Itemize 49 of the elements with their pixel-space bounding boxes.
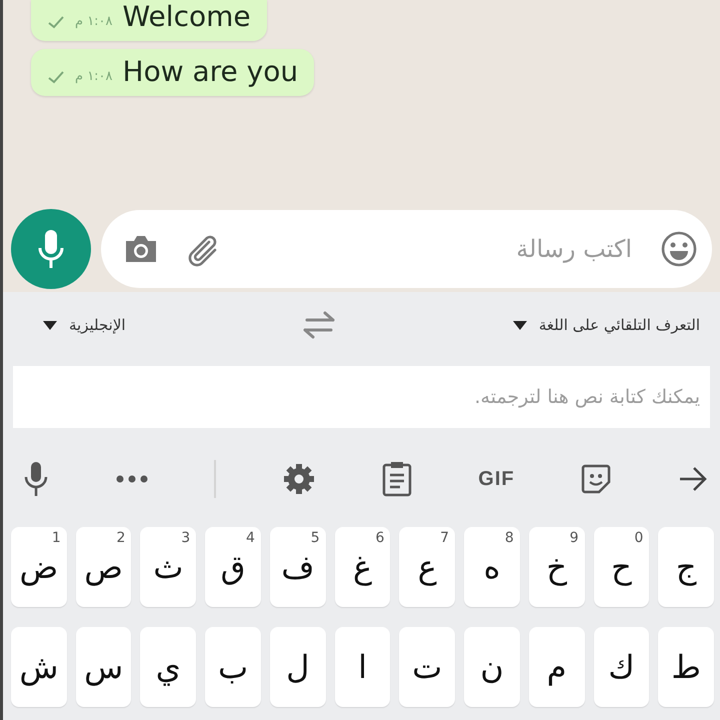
key-number-hint: 9 (570, 530, 579, 546)
keyboard-key[interactable]: ش (11, 627, 67, 707)
target-language-dropdown[interactable]: الإنجليزية (39, 312, 130, 338)
message-time: ١:٠٨ م (75, 69, 113, 84)
more-button[interactable] (116, 475, 148, 483)
keyboard-key[interactable]: س (76, 627, 132, 707)
keyboard-key[interactable]: ي (140, 627, 196, 707)
swap-languages-button[interactable] (301, 311, 338, 339)
microphone-icon (36, 228, 66, 270)
key-number-hint: 1 (52, 530, 61, 546)
dropdown-icon (43, 320, 57, 330)
keyboard-key[interactable]: م (528, 627, 585, 707)
key-number-hint: 3 (181, 530, 190, 546)
swap-arrows-icon (301, 311, 338, 339)
gif-button[interactable]: GIF (478, 468, 515, 490)
message-field[interactable]: اكتب رسالة (249, 234, 634, 264)
dropdown-icon (512, 320, 527, 330)
key-number-hint: 0 (634, 530, 644, 546)
translation-input-field[interactable]: يمكنك كتابة نص هنا لترجمته. (13, 366, 710, 428)
sticker-icon (581, 464, 612, 494)
keyboard-key[interactable]: ط (658, 627, 714, 707)
clipboard-icon (382, 461, 412, 497)
keyboard-key[interactable]: ت (399, 627, 456, 707)
keyboard-key[interactable]: ك (594, 627, 650, 707)
key-number-hint: 4 (246, 530, 255, 546)
message-text: How are you (122, 55, 298, 88)
source-language-dropdown[interactable]: التعرف التلقائي على اللغة (508, 312, 704, 338)
settings-icon (282, 463, 315, 495)
key-number-hint: 8 (504, 530, 514, 546)
key-number-hint: 7 (440, 530, 450, 546)
keyboard-key[interactable]: ب (205, 627, 261, 707)
message-text: Welcome (122, 0, 251, 33)
sticker-button[interactable] (581, 464, 612, 494)
arrow-right-icon (678, 466, 708, 492)
voice-input-button[interactable] (23, 461, 49, 497)
microphone-icon (23, 461, 49, 497)
keyboard-key[interactable]: ج (658, 527, 714, 607)
emoji-icon[interactable] (660, 230, 698, 268)
message-time: ١:٠٨ م (75, 14, 113, 29)
keyboard-key[interactable]: ا (334, 627, 390, 707)
forward-arrow-button[interactable] (678, 466, 708, 492)
keyboard-key[interactable]: ن (464, 627, 520, 707)
key-number-hint: 2 (116, 530, 126, 546)
key-number-hint: 6 (375, 530, 384, 546)
key-number-hint: 5 (310, 530, 320, 546)
keyboard-key[interactable]: ل (270, 627, 326, 707)
more-dots-icon (116, 475, 148, 483)
clipboard-button[interactable] (382, 461, 412, 497)
settings-button[interactable] (282, 463, 315, 495)
